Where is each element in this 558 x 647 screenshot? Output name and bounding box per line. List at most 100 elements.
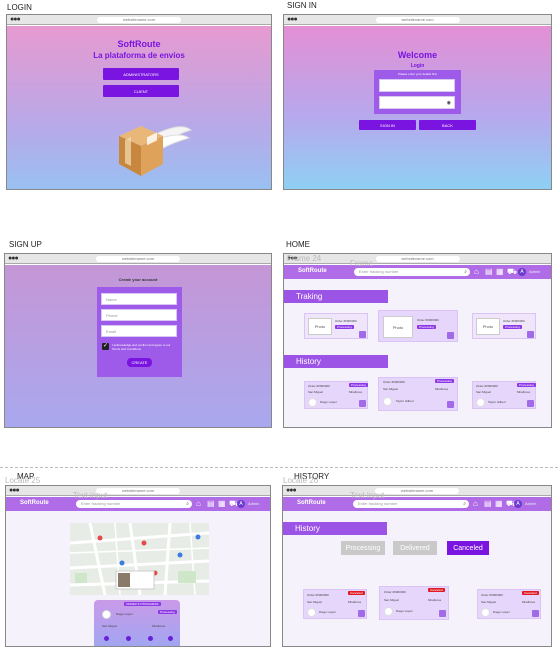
- frame-label-home: HOME: [286, 240, 310, 249]
- city-map[interactable]: [70, 523, 209, 595]
- window-controls-icon: ●●●: [286, 487, 297, 494]
- welcome-title: Welcome: [397, 50, 438, 60]
- filter-processing[interactable]: Processing: [341, 541, 385, 555]
- status-badge: Canceled: [348, 591, 365, 595]
- signin-button[interactable]: SIGN IN: [359, 120, 416, 130]
- ghost-frame: Frame: [350, 259, 374, 268]
- divider: [0, 467, 558, 468]
- email-field[interactable]: Email: [101, 325, 177, 337]
- login-window: ●●● websitename.com SoftRoute La platafo…: [6, 14, 272, 190]
- open-button[interactable]: [439, 610, 446, 617]
- avatar[interactable]: A: [514, 500, 522, 508]
- open-button[interactable]: [527, 331, 534, 338]
- tagline: La plataforma de envíos: [93, 51, 185, 60]
- search-icon[interactable]: ⌕: [463, 500, 466, 508]
- create-button[interactable]: CREATE: [127, 358, 152, 367]
- history-section-header: History: [284, 355, 388, 368]
- tracking-card[interactable]: Photo Order #0000000 Processing: [472, 313, 536, 339]
- open-button[interactable]: [532, 610, 539, 617]
- map-icon[interactable]: ▦: [218, 499, 226, 508]
- home-icon[interactable]: ⌂: [474, 267, 479, 276]
- signin-card: Please enter your details first ◉: [374, 70, 461, 114]
- origin: San Miguel: [307, 600, 323, 604]
- history-card[interactable]: Order #0000000 Processing San Miguel Mir…: [304, 381, 368, 409]
- history-card-active[interactable]: Order #0000000 Canceled San Miguel Miraf…: [379, 586, 449, 620]
- username-field[interactable]: [379, 79, 455, 92]
- address-bar[interactable]: websitename.com: [97, 17, 181, 23]
- open-button[interactable]: [527, 400, 534, 407]
- open-button[interactable]: [359, 331, 366, 338]
- address-bar[interactable]: websitename.com: [375, 488, 459, 494]
- destination: Miraflores: [435, 387, 449, 391]
- tracking-search-input[interactable]: Enter tracking number ⌕: [76, 500, 192, 508]
- destination: Miraflores: [152, 624, 166, 628]
- open-button[interactable]: [358, 610, 365, 617]
- map-screen: SoftRoute Enter tracking number ⌕ ⌂ ▤ ▦ ⛟…: [6, 497, 270, 646]
- history-card-active[interactable]: Order #0000000 Processing San Miguel Mir…: [378, 377, 458, 411]
- order-title: Order #0000000: [383, 380, 405, 384]
- signin-hint: Please enter your details first: [398, 72, 437, 76]
- driver-name: Diego López: [493, 610, 510, 614]
- admin-button[interactable]: ADMINISTRATORS: [103, 68, 179, 80]
- status-badge: Processing: [517, 383, 536, 387]
- order-status-badge-2: Processing: [158, 610, 177, 614]
- home-icon[interactable]: ⌂: [473, 499, 478, 508]
- open-button[interactable]: [447, 401, 454, 408]
- history-card[interactable]: Order #0000000 Processing San Miguel Mir…: [472, 381, 536, 409]
- map-icon[interactable]: ▦: [496, 267, 504, 276]
- order-title: Order #0000000: [481, 593, 503, 597]
- filter-canceled[interactable]: Canceled: [447, 541, 489, 555]
- tracking-search-input[interactable]: Enter tracking number ⌕: [354, 268, 470, 276]
- open-button[interactable]: [447, 332, 454, 339]
- avatar[interactable]: A: [518, 268, 526, 276]
- map-icon[interactable]: ▦: [495, 499, 503, 508]
- order-panel: ORDER IN PROGRESS Diego López Processing…: [94, 600, 180, 646]
- order-title: Order #0000000: [503, 319, 525, 323]
- app-logo[interactable]: SoftRoute: [297, 500, 326, 506]
- history-card[interactable]: Order #0000000 Canceled San Miguel Miraf…: [477, 589, 541, 619]
- phone-field[interactable]: Phone: [101, 309, 177, 321]
- document-icon[interactable]: ▤: [207, 499, 215, 508]
- flying-box-illustration: [119, 126, 193, 176]
- home-icon[interactable]: ⌂: [196, 499, 201, 508]
- status-badge: Processing: [335, 325, 354, 329]
- search-icon[interactable]: ⌕: [464, 268, 467, 276]
- driver-name: Taylor Gilbert: [488, 400, 506, 404]
- address-bar[interactable]: websitename.com: [375, 256, 460, 262]
- terms-checkbox[interactable]: ✓: [102, 343, 109, 350]
- order-title: Order #0000000: [384, 590, 406, 594]
- eye-icon[interactable]: ◉: [447, 100, 451, 106]
- open-button[interactable]: [359, 400, 366, 407]
- tracking-card-active[interactable]: Photo Order #0000000 Processing: [378, 310, 458, 342]
- terms-text: I acknowledge and confirm and agree to o…: [112, 343, 171, 351]
- app-logo[interactable]: SoftRoute: [20, 500, 49, 506]
- address-bar[interactable]: websitename.com: [375, 17, 460, 23]
- ghost-text-input-map: Text input: [73, 491, 108, 500]
- tracking-search-input[interactable]: Enter tracking number ⌕: [353, 500, 469, 508]
- client-button[interactable]: CLIENT: [103, 85, 179, 97]
- search-icon[interactable]: ⌕: [186, 500, 189, 508]
- truck-icon[interactable]: ⛟: [507, 267, 517, 276]
- avatar[interactable]: A: [237, 500, 245, 508]
- photo-placeholder: Photo: [308, 318, 332, 335]
- address-bar[interactable]: websitename.com: [96, 488, 180, 494]
- order-title: Order #0000000: [417, 318, 439, 322]
- frame-label-signup: SIGN UP: [9, 240, 42, 249]
- signin-screen: Welcome Login Please enter your details …: [284, 26, 551, 189]
- filter-delivered[interactable]: Delivered: [393, 541, 437, 555]
- history-card[interactable]: Order #0000000 Canceled San Miguel Miraf…: [303, 589, 367, 619]
- back-button[interactable]: BACK: [419, 120, 476, 130]
- app-logo[interactable]: SoftRoute: [298, 268, 327, 274]
- status-badge: Canceled: [522, 591, 539, 595]
- name-field[interactable]: Name: [101, 293, 177, 305]
- document-icon[interactable]: ▤: [485, 267, 493, 276]
- password-field[interactable]: ◉: [379, 96, 455, 109]
- signup-title: Create your account: [118, 277, 158, 282]
- home-window: ●●● websitename.com SoftRoute Enter trac…: [283, 253, 552, 428]
- address-bar[interactable]: websitename.com: [96, 256, 180, 262]
- document-icon[interactable]: ▤: [484, 499, 492, 508]
- driver-name: Diego López: [396, 609, 413, 613]
- order-title: Order #0000000: [476, 384, 498, 388]
- tracking-card[interactable]: Photo Order #0000000 Processing: [304, 313, 368, 339]
- app-bar: SoftRoute Enter tracking number ⌕ ⌂ ▤ ▦ ⛟…: [6, 497, 270, 511]
